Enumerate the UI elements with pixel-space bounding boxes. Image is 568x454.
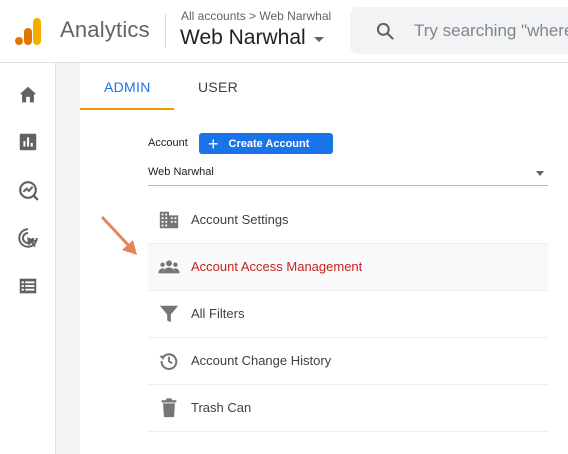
menu-item-label: Account Settings: [191, 212, 289, 227]
insights-icon[interactable]: [17, 179, 39, 201]
app-name: Analytics: [60, 17, 150, 42]
plus-icon: +: [208, 133, 219, 154]
menu-item-account-settings[interactable]: Account Settings: [148, 197, 548, 244]
account-select[interactable]: Web Narwhal: [148, 161, 548, 186]
analytics-admin-app: Analytics All accounts > Web Narwhal Web…: [0, 0, 568, 454]
tab-user[interactable]: USER: [198, 79, 238, 95]
people-icon: [158, 260, 180, 274]
building-icon: [159, 211, 179, 229]
tab-admin[interactable]: ADMIN: [104, 79, 151, 95]
menu-item-trash-can[interactable]: Trash Can: [148, 385, 548, 432]
menu-item-label: Trash Can: [191, 400, 252, 415]
menu-item-label: Account Access Management: [191, 259, 363, 274]
account-label: Account: [148, 137, 188, 149]
active-tab-indicator: [80, 108, 174, 110]
history-icon: [159, 353, 178, 370]
annotation-arrow-icon: [101, 216, 137, 255]
menu-item-account-change-history[interactable]: Account Change History: [148, 338, 548, 385]
reports-icon[interactable]: [17, 131, 39, 153]
analytics-logo-icon[interactable]: [14, 16, 42, 46]
property-selector[interactable]: Web Narwhal: [180, 26, 324, 50]
menu-item-label: Account Change History: [191, 353, 332, 368]
create-account-button[interactable]: + Create Account: [199, 133, 333, 154]
main-content: ADMIN USER Account + Create Account Web …: [56, 63, 568, 454]
chevron-down-icon: [313, 37, 324, 42]
search-input[interactable]: Try searching "where: [414, 21, 568, 41]
top-header: Analytics All accounts > Web Narwhal Web…: [0, 0, 568, 63]
menu-item-label: All Filters: [191, 306, 245, 321]
trash-icon: [161, 398, 177, 418]
menu-item-all-filters[interactable]: All Filters: [148, 291, 548, 338]
dropdown-arrow-icon: [536, 171, 544, 176]
breadcrumb[interactable]: All accounts > Web Narwhal: [181, 9, 331, 23]
search-icon: [376, 22, 394, 40]
admin-panel: ADMIN USER Account + Create Account Web …: [80, 63, 568, 454]
account-select-value: Web Narwhal: [148, 166, 214, 178]
header-divider: [165, 14, 166, 48]
list-icon[interactable]: [17, 275, 39, 297]
property-name: Web Narwhal: [180, 26, 306, 49]
menu-item-account-access-management[interactable]: Account Access Management: [148, 244, 548, 291]
left-nav: [0, 63, 56, 454]
search-bar[interactable]: Try searching "where: [350, 7, 568, 54]
home-icon[interactable]: [17, 84, 39, 106]
advertising-icon[interactable]: [17, 227, 39, 249]
filter-icon: [159, 305, 179, 323]
admin-tabs: ADMIN USER: [80, 63, 568, 110]
create-account-label: Create Account: [228, 137, 310, 150]
